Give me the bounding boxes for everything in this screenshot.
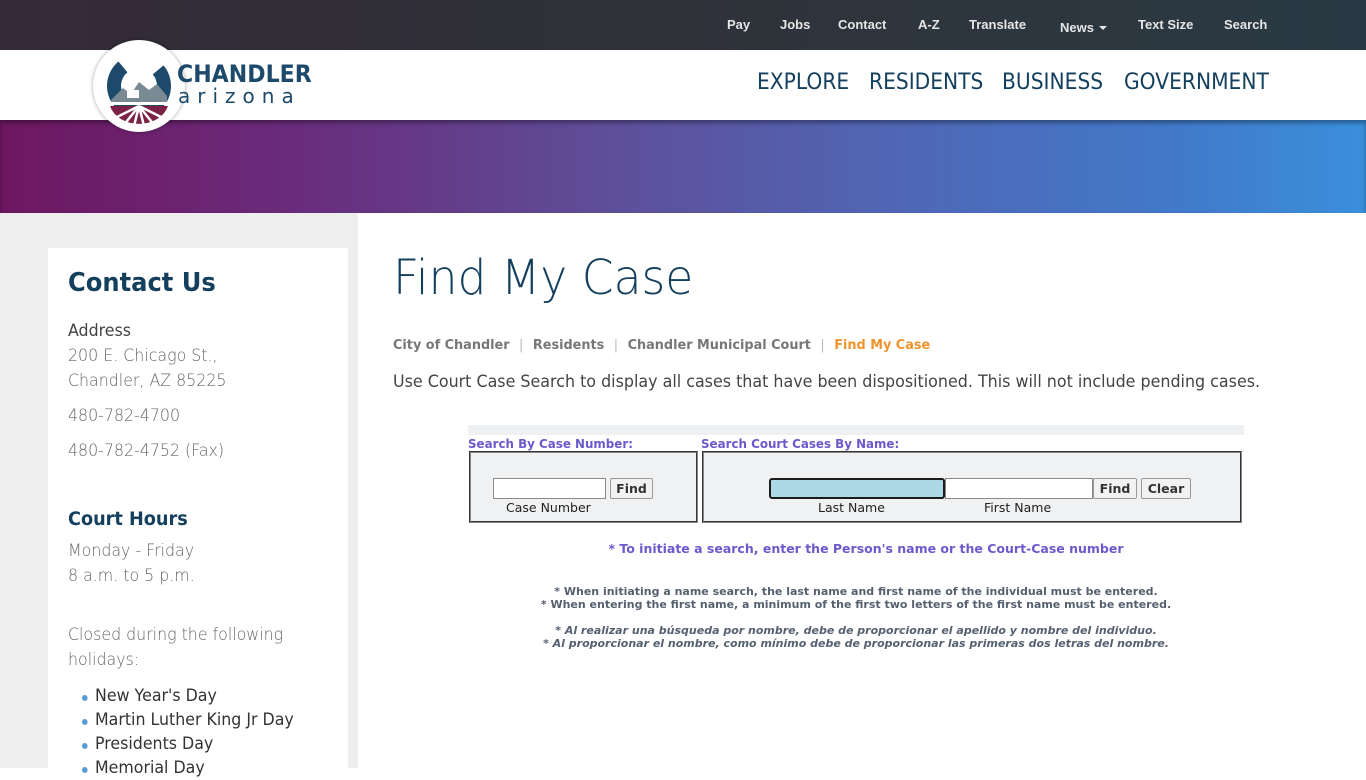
address-label: Address (68, 321, 131, 341)
logo-wordmark-state: arizona (178, 84, 301, 108)
main-nav-government[interactable]: GOVERNMENT (1124, 70, 1269, 95)
chevron-down-icon (1098, 25, 1107, 30)
case-number-caption: Case Number (506, 500, 591, 515)
fax-number: 480-782-4752 (Fax) (68, 441, 225, 461)
court-hours-heading: Court Hours (68, 508, 188, 530)
holiday-item: New Year's Day (82, 684, 294, 708)
breadcrumb-residents[interactable]: Residents (533, 337, 604, 353)
main-nav-business[interactable]: BUSINESS (1002, 70, 1103, 95)
breadcrumb-current: Find My Case (834, 337, 931, 353)
utility-link-search[interactable]: Search (1224, 17, 1267, 32)
holiday-item: Martin Luther King Jr Day (82, 708, 294, 732)
name-find-button[interactable]: Find (1093, 478, 1137, 499)
utility-link-news[interactable]: News (1060, 17, 1107, 36)
logo-emblem (93, 40, 185, 132)
holiday-item: Memorial Day (82, 756, 294, 780)
phone-link[interactable]: 480-782-4700 (68, 406, 180, 426)
first-name-input[interactable] (945, 478, 1093, 499)
main-nav-residents[interactable]: RESIDENTS (869, 70, 983, 95)
clear-button[interactable]: Clear (1141, 478, 1191, 499)
breadcrumb-separator: | (519, 337, 524, 353)
hours-time: 8 a.m. to 5 p.m. (68, 566, 195, 586)
case-number-input[interactable] (493, 478, 606, 499)
note-es-2: * Al proporcionar el nombre, como mínimo… (543, 637, 1169, 650)
note-es-1: * Al realizar una búsqueda por nombre, d… (555, 624, 1157, 637)
last-name-input[interactable] (769, 478, 945, 499)
first-name-caption: First Name (984, 500, 1052, 515)
utility-link-contact[interactable]: Contact (838, 17, 886, 32)
breadcrumb-municipal-court[interactable]: Chandler Municipal Court (628, 337, 811, 353)
utility-link-translate[interactable]: Translate (969, 17, 1026, 32)
case-find-button[interactable]: Find (610, 478, 653, 499)
breadcrumb-separator: | (613, 337, 619, 353)
breadcrumb-city-of-chandler[interactable]: City of Chandler (393, 337, 510, 353)
case-number-section-label: Search By Case Number: (468, 436, 633, 451)
closed-holidays-line-2: holidays: (68, 650, 140, 670)
address-line-1: 200 E. Chicago St., (68, 346, 218, 366)
chandler-emblem-icon (107, 61, 171, 131)
page-title: Find My Case (393, 250, 694, 306)
form-header-strip (468, 425, 1244, 435)
last-name-caption: Last Name (818, 500, 885, 515)
breadcrumb: City of Chandler | Residents | Chandler … (393, 337, 930, 353)
utility-link-text-size[interactable]: Text Size (1138, 17, 1193, 32)
utility-link-jobs[interactable]: Jobs (780, 17, 810, 32)
note-en-2: * When entering the first name, a minimu… (540, 598, 1172, 611)
main-nav-explore[interactable]: EXPLORE (757, 70, 849, 95)
name-search-section-label: Search Court Cases By Name: (701, 436, 900, 451)
utility-link-pay[interactable]: Pay (727, 17, 750, 32)
holiday-item: Presidents Day (82, 732, 294, 756)
utility-link-a-z[interactable]: A-Z (918, 17, 940, 32)
breadcrumb-separator: | (820, 337, 825, 353)
holiday-list: New Year's Day Martin Luther King Jr Day… (82, 684, 310, 780)
address-line-2: Chandler, AZ 85225 (68, 371, 227, 391)
intro-text: Use Court Case Search to display all cas… (393, 372, 1261, 392)
hero-banner (0, 120, 1366, 213)
search-instruction: * To initiate a search, enter the Person… (608, 541, 1124, 556)
contact-us-heading: Contact Us (68, 268, 216, 298)
news-label: News (1060, 20, 1094, 35)
note-en-1: * When initiating a name search, the las… (554, 585, 1158, 598)
utility-bar: Pay Jobs Contact A-Z Translate News Text… (0, 0, 1366, 50)
